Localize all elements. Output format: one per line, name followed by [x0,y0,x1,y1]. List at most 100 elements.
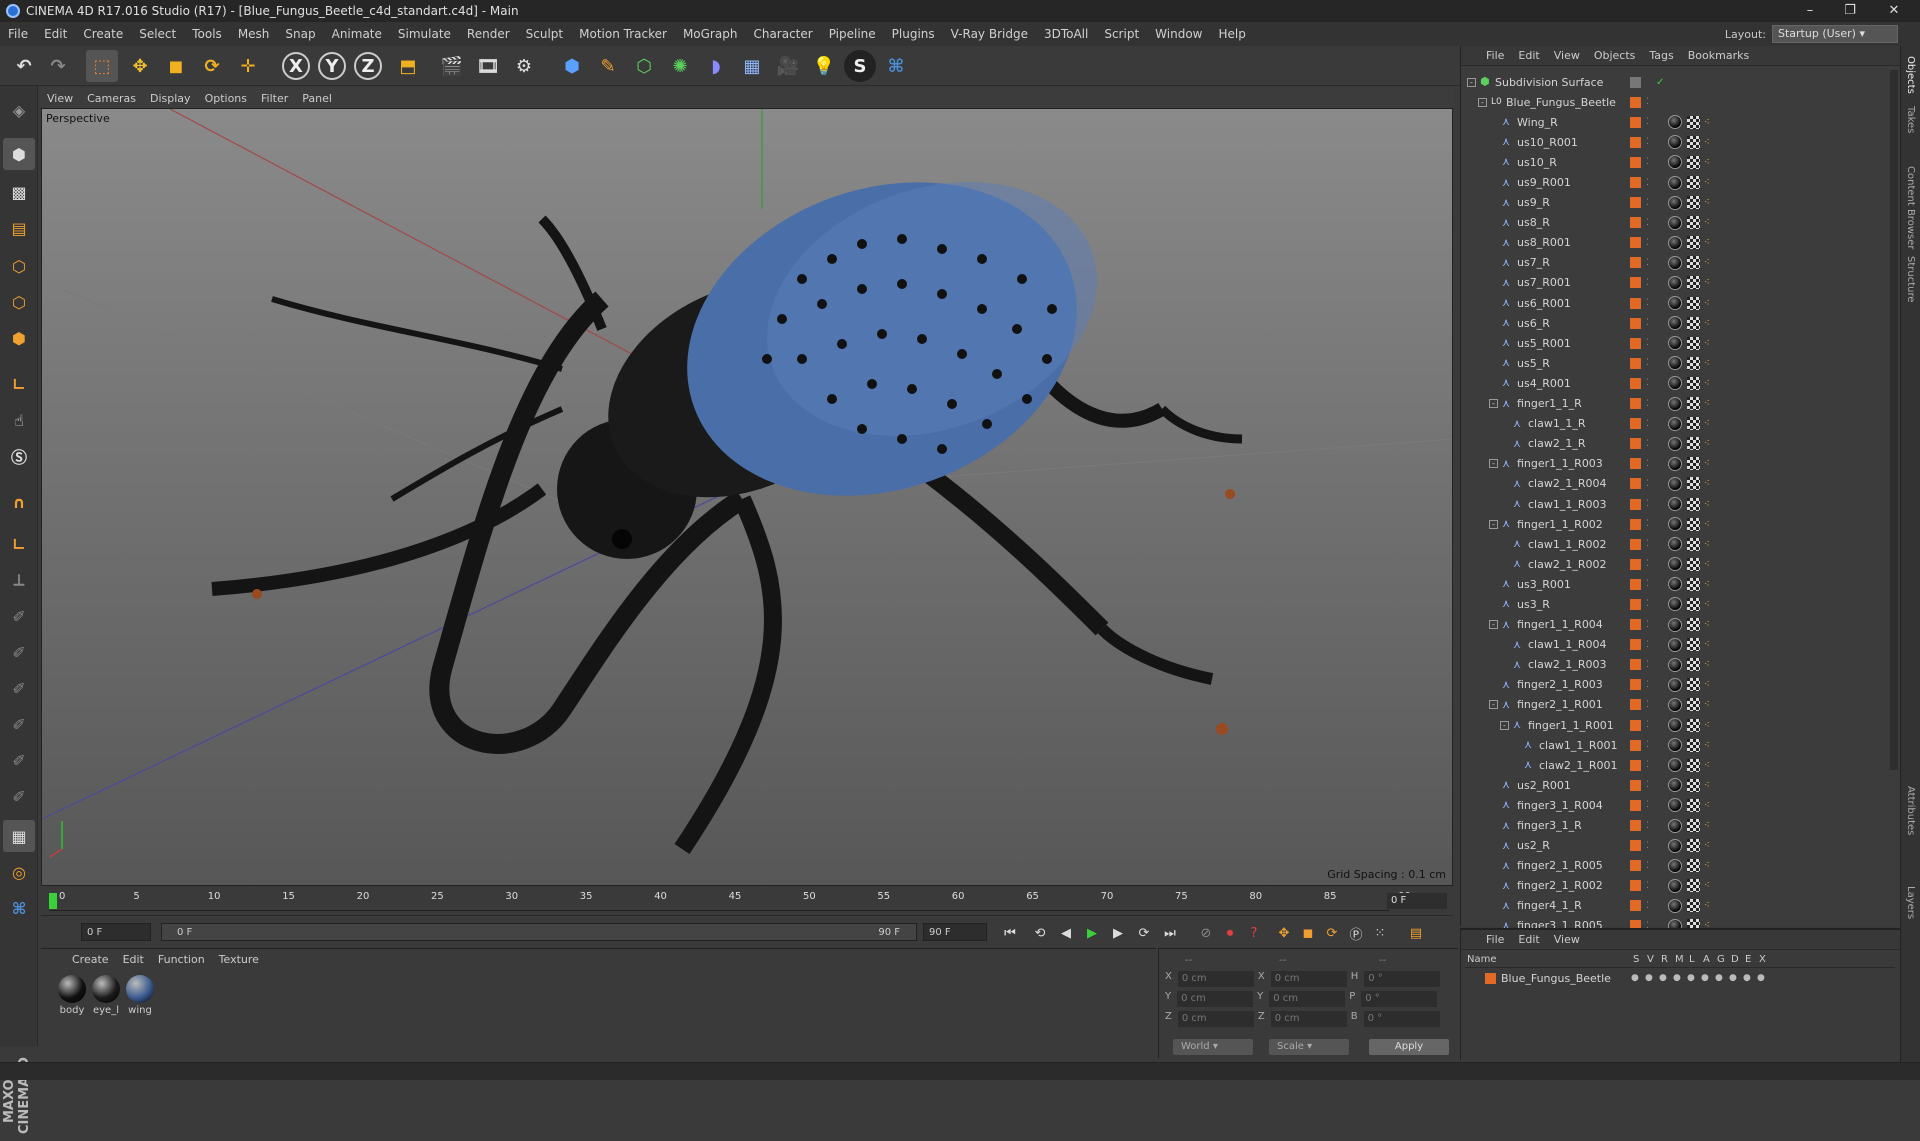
light-icon[interactable]: 💡 [808,50,840,82]
layer-color-swatch[interactable] [1630,458,1641,470]
weight-tag-icon[interactable]: ⁖ [1704,719,1714,732]
weight-tag-icon[interactable]: ⁖ [1704,638,1714,651]
visibility-dots-icon[interactable]: ⁚ [1646,97,1649,107]
uvw-tag-icon[interactable] [1687,758,1700,772]
visibility-dots-icon[interactable]: ⁚ [1646,660,1649,670]
layer-color-swatch[interactable] [1630,679,1641,691]
object-row[interactable]: ⋏ finger3_1_R ⁚ ⁖ [1461,815,1881,835]
weight-tag-icon[interactable]: ⁖ [1704,297,1714,310]
object-name[interactable]: us9_R001 [1517,176,1571,189]
layer-color-swatch[interactable] [1630,418,1641,430]
layer-menu-edit[interactable]: Edit [1511,933,1546,946]
menu-3dtoall[interactable]: 3DToAll [1036,27,1096,41]
object-row[interactable]: ⋏ us10_R001 ⁚ ⁖ [1461,132,1881,152]
visibility-dots-icon[interactable]: ⁚ [1646,720,1649,730]
uvw-tag-icon[interactable] [1687,256,1700,270]
object-name[interactable]: claw1_1_R004 [1528,638,1606,651]
object-row[interactable]: ⋏ us7_R ⁚ ⁖ [1461,253,1881,273]
visibility-dots-icon[interactable]: ⁚ [1646,278,1649,288]
layer-color-swatch[interactable] [1630,217,1641,229]
snap-s-icon[interactable]: Ⓢ [3,440,35,472]
object-name[interactable]: us10_R001 [1517,136,1578,149]
layer-color-swatch[interactable] [1630,518,1641,530]
object-name[interactable]: Wing_R [1517,116,1558,129]
uvw-tag-icon[interactable] [1687,115,1700,129]
polygons-mode-icon[interactable]: ⬢ [3,322,35,354]
uvw-tag-icon[interactable] [1687,899,1700,913]
material-tag-icon[interactable] [1668,135,1682,150]
object-name[interactable]: finger1_1_R [1517,397,1582,410]
object-name[interactable]: finger3_1_R004 [1517,799,1603,812]
layer-color-swatch[interactable] [1630,317,1641,329]
material-tag-icon[interactable] [1668,476,1682,491]
key-scale-icon[interactable]: ◼ [1297,922,1319,944]
uvw-tag-icon[interactable] [1687,477,1700,491]
layer-color-swatch[interactable] [1630,136,1641,148]
object-row[interactable]: - ⋏ finger2_1_R001 ⁚ ⁖ [1461,695,1881,715]
layer-menu-file[interactable]: File [1479,933,1511,946]
layer-color-swatch[interactable] [1630,438,1641,450]
move-icon[interactable]: ✥ [124,50,156,82]
menu-window[interactable]: Window [1147,27,1210,41]
material-tag-icon[interactable] [1668,637,1682,652]
playhead-marker[interactable] [49,893,57,909]
object-name[interactable]: us8_R001 [1517,236,1571,249]
material-tag-icon[interactable] [1668,858,1682,873]
smooth-tool-icon[interactable]: ✐ [3,744,35,776]
side-tab-objects[interactable]: Objects [1905,56,1916,94]
layer-color-swatch[interactable] [1630,257,1641,269]
weight-tag-icon[interactable]: ⁖ [1704,578,1714,591]
uvw-tag-icon[interactable] [1687,819,1700,833]
soft-selection-icon[interactable]: ◎ [3,856,35,888]
weight-tool-icon[interactable]: ✐ [3,636,35,668]
object-name[interactable]: finger1_1_R002 [1517,518,1603,531]
visibility-dots-icon[interactable]: ⁚ [1646,640,1649,650]
object-row[interactable]: - ⋏ finger1_1_R001 ⁚ ⁖ [1461,715,1881,735]
object-row[interactable]: - ⋏ finger1_1_R003 ⁚ ⁖ [1461,454,1881,474]
tree-expand-toggle[interactable]: - [1489,399,1498,409]
material-tag-icon[interactable] [1668,537,1682,552]
layer-color-swatch[interactable] [1630,799,1641,811]
layer-color-swatch[interactable] [1630,759,1641,771]
key-position-icon[interactable]: ✥ [1273,922,1295,944]
uvw-tag-icon[interactable] [1687,839,1700,853]
object-row[interactable]: ⋏ us8_R001 ⁚ ⁖ [1461,233,1881,253]
go-to-end-icon[interactable]: ⏭ [1159,922,1181,944]
layer-color-swatch[interactable] [1630,619,1641,631]
object-name[interactable]: claw1_1_R001 [1539,739,1617,752]
menu-pipeline[interactable]: Pipeline [821,27,884,41]
render-settings-icon[interactable]: ⚙ [508,50,540,82]
weight-tag-icon[interactable]: ⁖ [1704,899,1714,912]
layer-color-swatch[interactable] [1630,237,1641,249]
menu-character[interactable]: Character [745,27,820,41]
menu-simulate[interactable]: Simulate [390,27,459,41]
start-frame-field[interactable]: 0 F [81,923,151,941]
weight-tag-icon[interactable]: ⁖ [1704,779,1714,792]
camera-icon[interactable]: 🎥 [772,50,804,82]
layer-color-swatch[interactable] [1630,820,1641,832]
object-name[interactable]: us9_R [1517,196,1550,209]
object-row[interactable]: ⋏ us6_R ⁚ ⁖ [1461,313,1881,333]
record-keys-icon[interactable]: ⊘ [1195,922,1217,944]
object-name[interactable]: finger1_1_R001 [1528,719,1614,732]
object-name[interactable]: claw2_1_R [1528,437,1585,450]
material-tag-icon[interactable] [1668,175,1682,190]
weight-tag-icon[interactable]: ⁖ [1704,116,1714,129]
uvw-tag-icon[interactable] [1687,597,1700,611]
uvw-tag-icon[interactable] [1687,316,1700,330]
weight-tag-icon[interactable]: ⁖ [1704,658,1714,671]
uvw-tag-icon[interactable] [1687,879,1700,893]
ik-tool-icon[interactable]: ⟂ [3,564,35,596]
menu-file[interactable]: File [0,27,36,41]
object-row[interactable]: ⋏ us7_R001 ⁚ ⁖ [1461,273,1881,293]
tree-expand-toggle[interactable]: - [1489,519,1498,529]
tree-expand-toggle[interactable]: - [1489,620,1498,630]
joint-tool-icon[interactable]: ∟ [3,528,35,560]
layer-flag-icon[interactable]: ● [1631,973,1639,983]
layer-color-swatch[interactable] [1630,277,1641,289]
object-name[interactable]: us2_R001 [1517,779,1571,792]
layout-dropdown[interactable]: Startup (User) ▾ [1772,25,1898,43]
object-row[interactable]: ⋏ us3_R001 ⁚ ⁖ [1461,574,1881,594]
side-tab-layers[interactable]: Layers [1905,886,1916,919]
menu-help[interactable]: Help [1210,27,1253,41]
